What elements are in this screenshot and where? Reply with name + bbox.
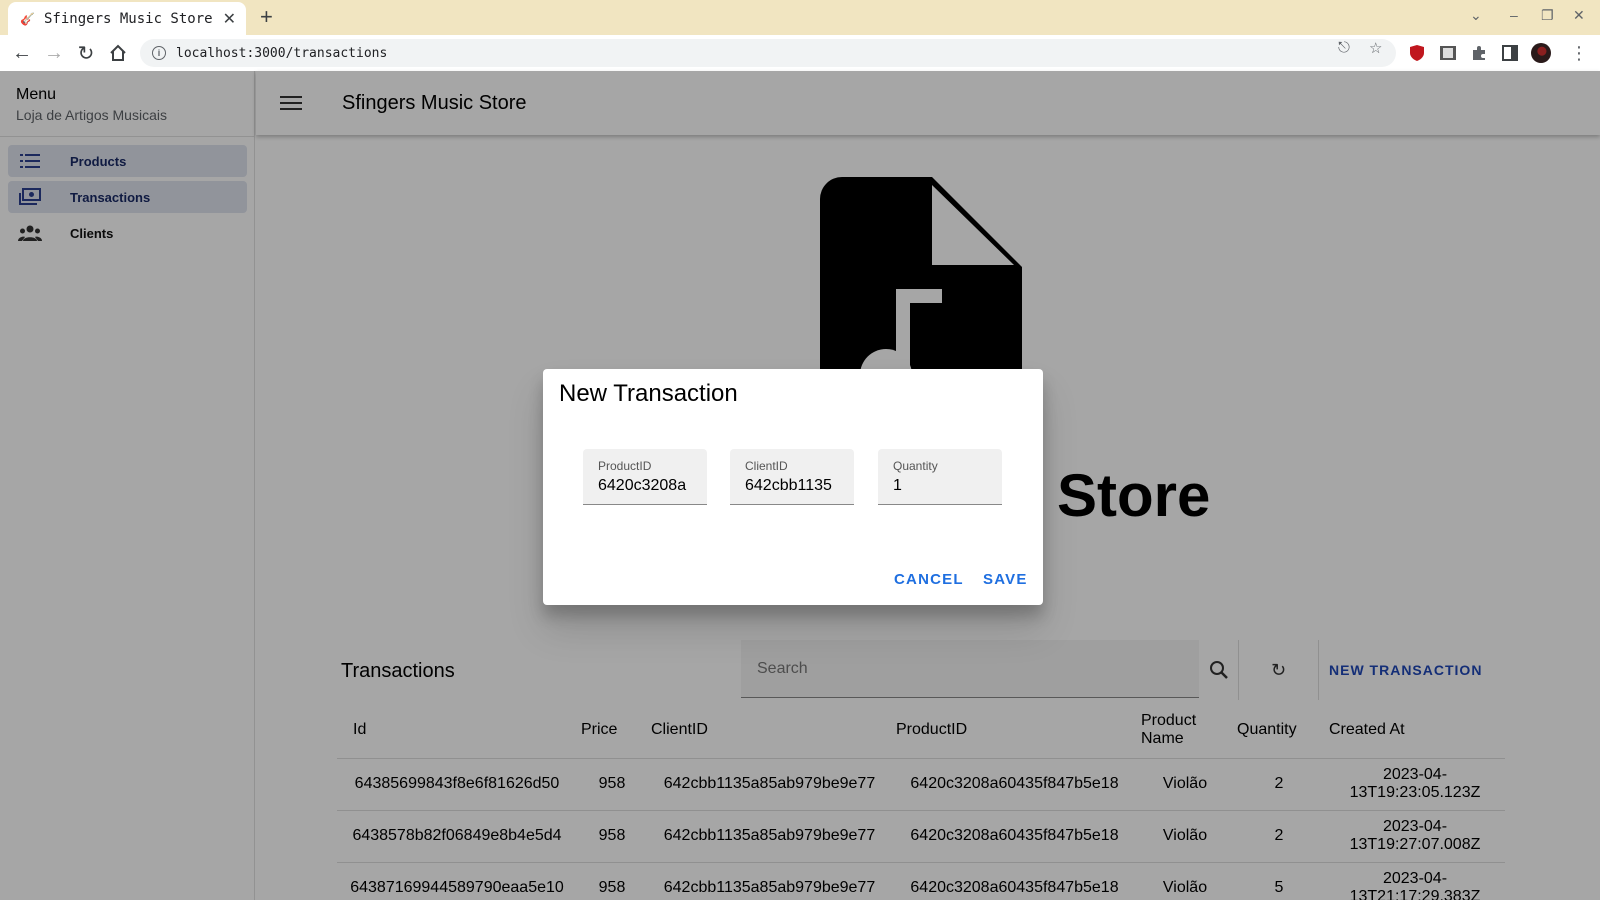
browser-toolbar: ← → ↻ i localhost:3000/transactions ⎋ ☆ … bbox=[0, 35, 1600, 71]
browser-tab[interactable]: 🎸 Sfingers Music Store ✕ bbox=[8, 2, 246, 35]
tab-title: Sfingers Music Store bbox=[44, 10, 213, 27]
dialog-title: New Transaction bbox=[559, 380, 738, 407]
productid-field[interactable]: ProductID 6420c3208a bbox=[583, 449, 707, 505]
guitar-favicon-icon: 🎸 bbox=[20, 11, 35, 26]
close-tab-icon[interactable]: ✕ bbox=[223, 9, 236, 29]
bookmark-star-icon[interactable]: ☆ bbox=[1369, 39, 1382, 57]
quantity-field[interactable]: Quantity 1 bbox=[878, 449, 1002, 505]
field-label: ProductID bbox=[598, 459, 652, 473]
forward-icon[interactable]: → bbox=[41, 40, 67, 66]
reload-icon[interactable]: ↻ bbox=[73, 40, 99, 66]
browser-menu-icon[interactable]: ⋮ bbox=[1569, 43, 1589, 63]
new-transaction-dialog: New Transaction ProductID 6420c3208a Cli… bbox=[543, 369, 1043, 605]
close-window-icon[interactable]: ✕ bbox=[1573, 7, 1585, 24]
film-extension-icon[interactable] bbox=[1438, 43, 1458, 63]
cancel-button[interactable]: CANCEL bbox=[894, 571, 964, 588]
restore-icon[interactable]: ❐ bbox=[1541, 7, 1554, 24]
tab-search-chevron-icon[interactable]: ⌄ bbox=[1470, 7, 1482, 24]
side-panel-icon[interactable] bbox=[1500, 43, 1520, 63]
address-bar[interactable]: i localhost:3000/transactions bbox=[140, 39, 1396, 67]
minimize-icon[interactable]: – bbox=[1510, 7, 1518, 23]
site-info-icon[interactable]: i bbox=[152, 46, 166, 60]
field-label: ClientID bbox=[745, 459, 788, 473]
new-tab-icon[interactable]: + bbox=[260, 4, 273, 30]
puzzle-extensions-icon[interactable] bbox=[1469, 43, 1489, 63]
share-icon[interactable]: ⎋ bbox=[1338, 39, 1350, 56]
url-text: localhost:3000/transactions bbox=[176, 45, 388, 61]
field-value: 1 bbox=[893, 477, 902, 494]
save-button[interactable]: SAVE bbox=[983, 571, 1028, 588]
clientid-field[interactable]: ClientID 642cbb1135 bbox=[730, 449, 854, 505]
field-value: 6420c3208a bbox=[598, 477, 687, 494]
home-icon[interactable] bbox=[105, 40, 131, 66]
back-icon[interactable]: ← bbox=[9, 40, 35, 66]
ublock-shield-icon[interactable] bbox=[1407, 43, 1427, 63]
field-value: 642cbb1135 bbox=[745, 477, 832, 494]
profile-avatar[interactable] bbox=[1531, 43, 1551, 63]
browser-tabbar: 🎸 Sfingers Music Store ✕ + ⌄ – ❐ ✕ bbox=[0, 0, 1600, 35]
field-label: Quantity bbox=[893, 459, 938, 473]
